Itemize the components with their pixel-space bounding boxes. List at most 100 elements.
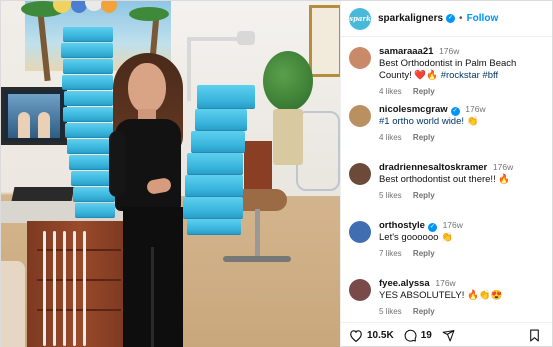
dental-lamp-arm: [187, 37, 241, 41]
comment-hashtags[interactable]: #rockstar #bff: [438, 70, 498, 81]
comment-emoji: ❤️🔥: [414, 70, 439, 81]
potted-plant: [263, 51, 313, 111]
hose: [83, 231, 86, 346]
comment-username[interactable]: fyee.alyssa: [379, 278, 430, 289]
aligner-box: [187, 219, 241, 235]
save-button[interactable]: [529, 329, 544, 342]
comment-likes[interactable]: 7 likes: [379, 249, 402, 258]
aligner-box: [63, 107, 113, 122]
share-button[interactable]: [442, 329, 459, 342]
aligner-box: [65, 123, 113, 138]
comment-icon: [404, 329, 417, 342]
comment-meta: 5 likes Reply: [379, 307, 544, 316]
hose: [43, 231, 46, 346]
comment-text-body: YES ABSOLUTELY!: [379, 290, 468, 301]
dental-chair: [1, 261, 25, 347]
instagram-post: spark sparkaligners ✓ • Follow samaraaa2…: [0, 0, 553, 347]
verified-badge-icon: ✓: [446, 14, 456, 23]
comment-username[interactable]: samaraaa21: [379, 46, 433, 57]
commenter-avatar[interactable]: [349, 221, 371, 243]
comment-likes[interactable]: 5 likes: [379, 191, 402, 200]
reply-button[interactable]: Reply: [413, 249, 435, 258]
hose: [63, 231, 66, 346]
comment-body: samaraaa21 176w Best Orthodontist in Pal…: [379, 45, 544, 99]
pants-seam: [151, 247, 154, 347]
account-username[interactable]: sparkaligners: [378, 13, 443, 24]
comment-header: fyee.alyssa 176w: [379, 277, 544, 290]
dental-hoses: [37, 231, 107, 347]
comments-list: samaraaa21 176w Best Orthodontist in Pal…: [341, 37, 552, 322]
comment-emoji: 🔥👏😍: [467, 290, 503, 301]
comment-item: fyee.alyssa 176w YES ABSOLUTELY! 🔥👏😍 5 l…: [349, 277, 544, 322]
comment-likes[interactable]: 4 likes: [379, 87, 402, 96]
verified-badge-icon: ✓: [450, 107, 460, 116]
screen-figure: [38, 112, 50, 138]
comment-time[interactable]: 176w: [493, 162, 513, 172]
comment-likes[interactable]: 4 likes: [379, 133, 402, 142]
comment-header: nicolesmcgraw ✓ 176w: [379, 103, 544, 116]
post-actions: 10.5K 19: [341, 322, 552, 347]
comment-emoji: 🔥: [498, 174, 511, 185]
plant-pot: [273, 109, 303, 165]
comment-header: samaraaa21 176w: [379, 45, 544, 58]
aligner-box: [62, 75, 113, 90]
post-header: spark sparkaligners ✓ • Follow: [341, 1, 552, 37]
like-button[interactable]: 10.5K: [349, 329, 394, 342]
aligner-box: [61, 43, 113, 58]
heart-icon: [350, 330, 362, 342]
comment-text-body: Best orthodontist out there!!: [379, 174, 499, 185]
follow-button[interactable]: Follow: [467, 13, 499, 24]
reply-button[interactable]: Reply: [413, 307, 435, 316]
comment-item: samaraaa21 176w Best Orthodontist in Pal…: [349, 45, 544, 99]
reply-button[interactable]: Reply: [413, 191, 435, 200]
comment-likes[interactable]: 5 likes: [379, 307, 402, 316]
post-photo[interactable]: [1, 1, 340, 347]
commenter-avatar[interactable]: [349, 279, 371, 301]
comment-time[interactable]: 176w: [443, 220, 463, 230]
comment-body: orthostyle ✓ 176w Let's goooooo 👏 7 likes…: [379, 219, 544, 273]
reply-button[interactable]: Reply: [413, 133, 435, 142]
stool-base: [223, 256, 291, 262]
person-pants: [123, 207, 183, 347]
aligner-box: [187, 153, 243, 175]
person-arm: [109, 131, 125, 197]
comment-item: orthostyle ✓ 176w Let's goooooo 👏 7 likes…: [349, 219, 544, 273]
comment-meta: 4 likes Reply: [379, 87, 544, 96]
post-sidebar: spark sparkaligners ✓ • Follow samaraaa2…: [340, 1, 552, 347]
aligner-box: [191, 131, 245, 153]
hose: [53, 231, 56, 346]
comment-body: nicolesmcgraw ✓ 176w #1 ortho world wide!…: [379, 103, 544, 157]
reply-button[interactable]: Reply: [413, 87, 435, 96]
aligner-box: [67, 139, 113, 154]
commenter-avatar[interactable]: [349, 105, 371, 127]
header-separator: •: [459, 13, 463, 24]
comment-meta: 5 likes Reply: [379, 191, 544, 200]
monitor: [1, 87, 67, 145]
comment-button[interactable]: 19: [404, 329, 432, 342]
commenter-avatar[interactable]: [349, 47, 371, 69]
comment-body: fyee.alyssa 176w YES ABSOLUTELY! 🔥👏😍 5 l…: [379, 277, 544, 322]
comment-text-body: Let's goooooo: [379, 232, 442, 243]
account-avatar[interactable]: spark: [349, 7, 371, 30]
comment-text: Let's goooooo 👏: [379, 232, 544, 244]
aligner-box: [75, 203, 115, 218]
comment-time[interactable]: 176w: [439, 46, 459, 56]
comment-item: nicolesmcgraw ✓ 176w #1 ortho world wide!…: [349, 103, 544, 157]
dental-lamp-arm: [187, 37, 191, 101]
bookmark-icon: [530, 329, 539, 342]
palm-frond: [129, 7, 169, 21]
comment-username[interactable]: dradriennesaltoskramer: [379, 162, 487, 173]
aligner-box: [197, 85, 255, 109]
comment-header: dradriennesaltoskramer 176w: [379, 161, 544, 174]
share-icon: [442, 330, 455, 342]
keyboard: [11, 187, 75, 201]
comment-time[interactable]: 176w: [435, 278, 455, 288]
commenter-avatar[interactable]: [349, 163, 371, 185]
comment-time[interactable]: 176w: [465, 104, 485, 114]
comment-username[interactable]: nicolesmcgraw: [379, 104, 448, 115]
comment-username[interactable]: orthostyle: [379, 220, 425, 231]
comment-text: YES ABSOLUTELY! 🔥👏😍: [379, 290, 544, 302]
aligner-box: [63, 27, 113, 42]
comment-emoji: 👏: [441, 232, 453, 243]
hose: [73, 231, 76, 346]
